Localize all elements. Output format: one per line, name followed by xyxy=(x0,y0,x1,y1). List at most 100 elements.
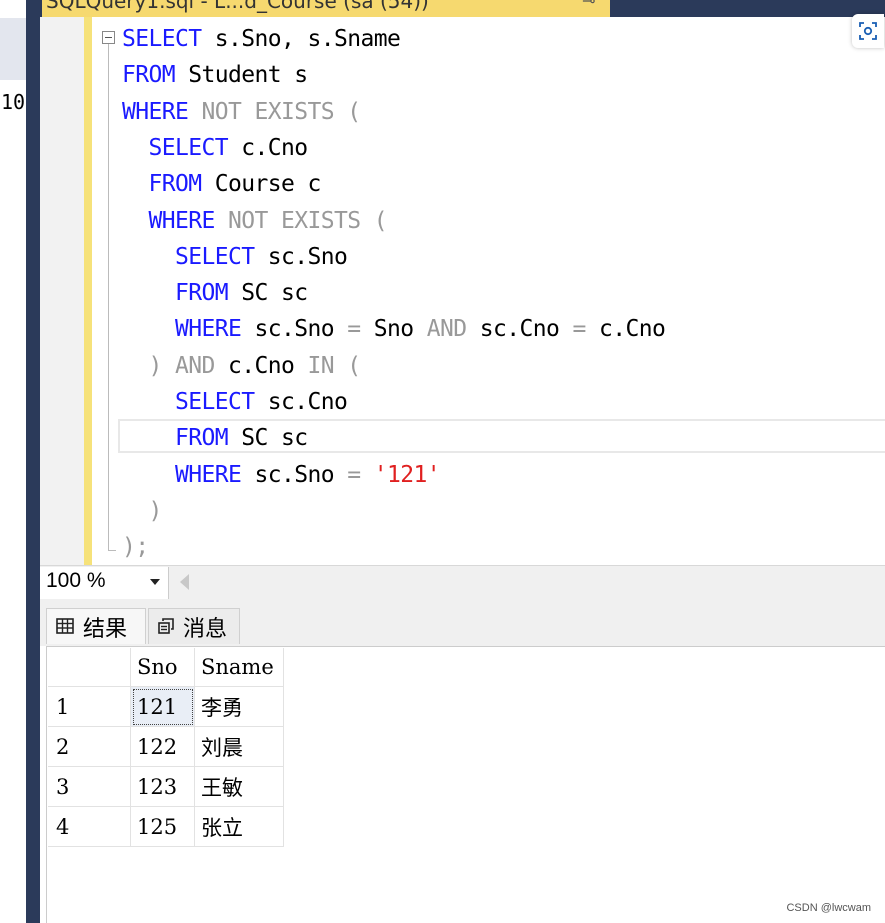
sql-token: Student s xyxy=(175,62,308,89)
sql-token: c.Cno xyxy=(214,352,308,379)
grid-cell-sname[interactable]: 张立 xyxy=(194,806,284,847)
sql-keyword: SELECT xyxy=(175,389,255,415)
table-row[interactable]: 4 125 张立 xyxy=(48,806,284,847)
grid-cell-sno[interactable]: 122 xyxy=(130,726,195,767)
chevron-down-icon[interactable] xyxy=(150,579,160,585)
message-icon xyxy=(158,618,174,634)
sql-keyword: SELECT xyxy=(175,243,255,270)
sql-keyword: WHERE xyxy=(175,316,242,343)
sql-string: '121' xyxy=(373,461,441,488)
sql-token: sc.Sno xyxy=(254,243,348,270)
search-scan-icon[interactable] xyxy=(852,14,884,48)
sql-operator: ) xyxy=(122,352,175,379)
results-grid[interactable]: Sno Sname 1 121 李勇 2 122 刘晨 3 123 王敏 4 1… xyxy=(48,648,284,847)
code-line[interactable]: ); xyxy=(122,532,149,562)
sql-operator: IN ( xyxy=(307,352,361,379)
grid-cell-sno[interactable]: 121 xyxy=(130,686,195,727)
window-divider xyxy=(26,0,40,923)
column-header-sname[interactable]: Sname xyxy=(194,648,284,687)
sql-token: SC sc xyxy=(228,280,308,307)
sql-keyword: SELECT xyxy=(122,26,202,52)
sql-token: sc.Cno xyxy=(466,316,573,343)
grid-cell-sname[interactable]: 刘晨 xyxy=(194,726,284,767)
sql-operator: NOT EXISTS ( xyxy=(214,207,388,234)
outline-guide-end xyxy=(108,550,116,551)
outline-guide xyxy=(108,44,109,550)
zoom-dropdown[interactable]: 100 % xyxy=(40,567,169,599)
code-line[interactable]: SELECT s.Sno, s.Sname xyxy=(122,24,401,54)
grid-cell-sname[interactable]: 王敏 xyxy=(194,766,284,807)
sql-token: SC sc xyxy=(228,425,308,452)
code-line[interactable]: ) xyxy=(122,496,162,526)
collapse-icon[interactable] xyxy=(102,31,115,44)
sql-token: Sno xyxy=(360,316,427,343)
sql-token: sc.Sno xyxy=(241,316,348,343)
code-line[interactable]: FROM Student s xyxy=(122,60,308,90)
pin-icon[interactable]: ⊸ xyxy=(582,0,595,10)
zoom-value: 100 % xyxy=(46,569,106,592)
grid-header-row: Sno Sname xyxy=(48,648,284,687)
watermark: CSDN @lwcwam xyxy=(786,902,871,914)
column-header-sno[interactable]: Sno xyxy=(130,648,195,687)
sql-keyword: WHERE xyxy=(122,98,189,125)
sql-token: Course c xyxy=(201,171,322,198)
sql-keyword: FROM xyxy=(175,280,229,307)
sql-token: c.Cno xyxy=(585,316,666,343)
table-row[interactable]: 3 123 王敏 xyxy=(48,766,284,807)
table-row[interactable]: 2 122 刘晨 xyxy=(48,726,284,767)
tab-results[interactable]: 结果 xyxy=(46,608,146,644)
grid-cell-sno[interactable]: 123 xyxy=(130,766,195,807)
row-number[interactable]: 1 xyxy=(48,686,131,727)
sql-operator: = xyxy=(572,316,586,343)
code-line[interactable]: WHERE sc.Sno = '121' xyxy=(122,460,441,490)
sql-operator: AND xyxy=(175,352,215,379)
document-tab-title: SQLQuery1.sql - L...d_Course (sa (54)) xyxy=(46,0,429,13)
code-line[interactable]: FROM Course c xyxy=(122,169,322,199)
sql-operator: AND xyxy=(426,316,467,343)
sql-token: c.Cno xyxy=(227,134,308,161)
grid-cell-sno[interactable]: 125 xyxy=(130,806,195,847)
code-line[interactable]: WHERE sc.Sno = Sno AND sc.Cno = c.Cno xyxy=(122,314,666,344)
sql-operator: = xyxy=(347,316,361,343)
explorer-strip xyxy=(0,18,26,80)
sql-keyword: SELECT xyxy=(148,134,229,161)
sql-token: s.Sno, s.Sname xyxy=(201,26,401,52)
row-number[interactable]: 4 xyxy=(48,806,131,847)
code-line[interactable]: SELECT c.Cno xyxy=(122,133,309,163)
editor-gutter xyxy=(40,17,84,565)
sql-operator: = xyxy=(347,461,361,488)
code-line[interactable]: WHERE NOT EXISTS ( xyxy=(122,206,388,236)
tab-messages[interactable]: 消息 xyxy=(148,608,240,644)
code-line[interactable]: SELECT sc.Cno xyxy=(122,387,348,417)
grid-corner-header[interactable] xyxy=(48,648,131,687)
sql-keyword: WHERE xyxy=(175,461,242,488)
row-number[interactable]: 2 xyxy=(48,726,131,767)
tab-results-label: 结果 xyxy=(83,617,128,642)
scroll-left-arrow-icon[interactable] xyxy=(180,574,189,590)
sql-token: sc.Sno xyxy=(241,461,348,488)
sql-operator: ) xyxy=(122,497,162,524)
code-line[interactable]: FROM SC sc xyxy=(122,423,308,453)
sql-keyword: FROM xyxy=(175,425,229,452)
sql-operator: ); xyxy=(122,534,149,561)
object-explorer-edge: 10 xyxy=(0,0,26,923)
explorer-text-fragment: 10 xyxy=(1,90,26,114)
document-tab-sqlquery[interactable]: SQLQuery1.sql - L...d_Course (sa (54)) ⊸… xyxy=(42,0,610,17)
sql-operator: NOT EXISTS ( xyxy=(188,98,361,125)
grid-cell-sname[interactable]: 李勇 xyxy=(194,686,284,727)
change-tracking-bar xyxy=(84,17,92,565)
code-line[interactable]: ) AND c.Cno IN ( xyxy=(122,351,361,381)
table-row[interactable]: 1 121 李勇 xyxy=(48,686,284,727)
code-line[interactable]: FROM SC sc xyxy=(122,278,308,308)
row-number[interactable]: 3 xyxy=(48,766,131,807)
code-line[interactable]: WHERE NOT EXISTS ( xyxy=(122,97,361,127)
code-line[interactable]: SELECT sc.Sno xyxy=(122,242,348,272)
